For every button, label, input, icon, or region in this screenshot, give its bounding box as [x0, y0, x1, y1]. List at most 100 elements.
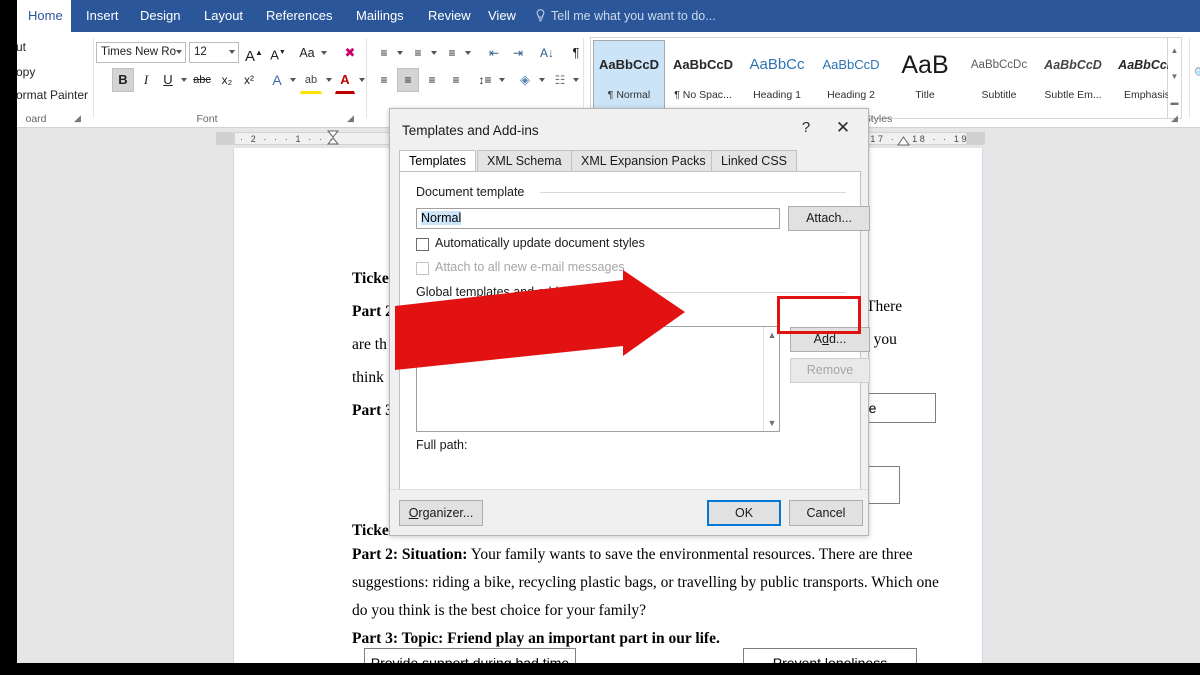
- align-left-icon[interactable]: ≡: [373, 68, 395, 92]
- styles-dialog-launcher[interactable]: ◢: [1171, 113, 1182, 124]
- tab-home[interactable]: Home: [17, 0, 71, 32]
- decrease-indent-icon[interactable]: ⇤: [483, 41, 505, 65]
- tab-insert[interactable]: Insert: [75, 0, 130, 32]
- document-template-input[interactable]: Normal: [416, 208, 780, 229]
- numbering-chevron-down-icon[interactable]: [431, 51, 437, 55]
- clear-formatting-icon[interactable]: ✖: [338, 41, 362, 65]
- shrink-font-label: A: [270, 47, 279, 62]
- dialog-tab-templates[interactable]: Templates: [399, 150, 476, 172]
- justify-icon[interactable]: ≡: [445, 68, 467, 92]
- gallery-scroll-up-icon[interactable]: ▲: [1168, 38, 1181, 64]
- cut-button[interactable]: ut: [17, 40, 26, 54]
- textbox-prevent-loneliness[interactable]: Prevent loneliness: [743, 648, 917, 663]
- style-title[interactable]: AaBTitle: [889, 40, 961, 114]
- tab-design[interactable]: Design: [129, 0, 191, 32]
- line-spacing-chevron-down-icon[interactable]: [499, 78, 505, 82]
- style-subtitle[interactable]: AaBbCcDcSubtitle: [963, 40, 1035, 114]
- font-color-icon[interactable]: A: [335, 68, 355, 94]
- bullets-chevron-down-icon[interactable]: [397, 51, 403, 55]
- gallery-scroll-down-icon[interactable]: ▼: [1168, 64, 1181, 90]
- style-name: Subtle Em...: [1038, 89, 1108, 101]
- borders-icon[interactable]: ☷: [549, 68, 571, 92]
- bullets-icon[interactable]: ≡: [373, 41, 395, 65]
- text-effects-chevron-down-icon[interactable]: [290, 78, 296, 82]
- textbox-provide-support[interactable]: Provide support during bad time: [364, 648, 576, 663]
- indent-marker-icon[interactable]: [897, 136, 910, 146]
- tab-view[interactable]: View: [477, 0, 527, 32]
- font-dialog-launcher[interactable]: ◢: [347, 113, 358, 124]
- global-templates-group-label: Global templates and add-ins: [416, 285, 585, 299]
- multilevel-chevron-down-icon[interactable]: [465, 51, 471, 55]
- superscript-button[interactable]: x²: [239, 68, 259, 92]
- cancel-button[interactable]: Cancel: [789, 500, 863, 526]
- numbering-icon[interactable]: ≡: [407, 41, 429, 65]
- attach-button[interactable]: Attach...: [788, 206, 870, 231]
- checked-items-note: Checked items are currently loaded.: [422, 306, 628, 320]
- font-name-value: Times New Ro: [101, 46, 176, 58]
- find-icon[interactable]: 🔍: [1193, 62, 1200, 86]
- grow-font-button[interactable]: A▲: [243, 41, 265, 69]
- highlight-icon[interactable]: ab: [300, 68, 322, 94]
- tab-layout[interactable]: Layout: [193, 0, 254, 32]
- style-heading-2[interactable]: AaBbCcDHeading 2: [815, 40, 887, 114]
- underline-button[interactable]: U: [158, 68, 178, 92]
- doc-part2-line3: do you think is the best choice for your…: [352, 602, 646, 620]
- listbox-scrollbar[interactable]: ▲ ▼: [763, 327, 779, 431]
- increase-indent-icon[interactable]: ⇥: [507, 41, 529, 65]
- dialog-tab-xml-schema[interactable]: XML Schema: [477, 150, 572, 172]
- organizer-button[interactable]: Organizer...: [399, 500, 483, 526]
- close-icon[interactable]: ✕: [832, 117, 854, 139]
- dialog-tab-linked-css[interactable]: Linked CSS: [711, 150, 797, 172]
- font-size-combo[interactable]: 12: [189, 42, 239, 63]
- styles-gallery-scrollbar[interactable]: ▲ ▼ ▬: [1168, 37, 1182, 119]
- sort-icon[interactable]: A↓: [536, 41, 558, 65]
- chevron-down-icon[interactable]: ▼: [764, 415, 780, 431]
- clipboard-dialog-launcher[interactable]: ◢: [74, 113, 85, 124]
- tell-me-box[interactable]: Tell me what you want to do...: [535, 0, 716, 32]
- doc-part2-body: Your family wants to save the environmen…: [467, 546, 912, 563]
- dialog-tab-xml-expansion-packs[interactable]: XML Expansion Packs: [571, 150, 716, 172]
- style-preview: AaBbCc: [742, 41, 812, 89]
- bold-button[interactable]: B: [112, 68, 134, 92]
- grow-font-label: A: [245, 48, 255, 65]
- tab-mailings[interactable]: Mailings: [345, 0, 415, 32]
- style-subtle-emphasis[interactable]: AaBbCcDSubtle Em...: [1037, 40, 1109, 114]
- borders-chevron-down-icon[interactable]: [573, 78, 579, 82]
- global-templates-listbox[interactable]: ▲ ▼: [416, 326, 780, 432]
- help-question-icon[interactable]: ?: [796, 119, 816, 136]
- font-name-combo[interactable]: Times New Ro: [96, 42, 186, 63]
- align-right-icon[interactable]: ≡: [421, 68, 443, 92]
- shrink-font-button[interactable]: A▼: [267, 41, 289, 67]
- shading-chevron-down-icon[interactable]: [539, 78, 545, 82]
- word-window: Home Insert Design Layout References Mai…: [17, 0, 1200, 663]
- subscript-button[interactable]: x₂: [217, 68, 237, 92]
- group-separator: [583, 38, 584, 118]
- auto-update-checkbox[interactable]: [416, 238, 429, 251]
- tell-me-label: Tell me what you want to do...: [551, 9, 716, 23]
- format-painter-button[interactable]: ormat Painter: [17, 88, 88, 102]
- font-color-chevron-down-icon[interactable]: [359, 78, 365, 82]
- ruler-left-margin: [216, 132, 234, 145]
- tab-references[interactable]: References: [255, 0, 343, 32]
- change-case-button[interactable]: Aa: [295, 41, 319, 65]
- strikethrough-button[interactable]: abc: [190, 68, 214, 92]
- highlight-chevron-down-icon[interactable]: [326, 78, 332, 82]
- shading-icon[interactable]: ◈: [514, 68, 536, 92]
- style-no-spacing[interactable]: AaBbCcD¶ No Spac...: [667, 40, 739, 114]
- tab-review[interactable]: Review: [417, 0, 482, 32]
- doc-line-part3-top: Part 3: [352, 402, 393, 420]
- change-case-chevron-down-icon[interactable]: [321, 51, 327, 55]
- italic-button[interactable]: I: [136, 68, 156, 92]
- underline-chevron-down-icon[interactable]: [181, 78, 187, 82]
- style-normal[interactable]: AaBbCcD¶ Normal: [593, 40, 665, 114]
- multilevel-list-icon[interactable]: ≡: [441, 41, 463, 65]
- indent-marker-icon[interactable]: [326, 130, 340, 147]
- styles-gallery: AaBbCcD¶ Normal AaBbCcD¶ No Spac... AaBb…: [590, 37, 1168, 119]
- align-center-icon[interactable]: ≡: [397, 68, 419, 92]
- dialog-tab-strip: Templates XML Schema XML Expansion Packs…: [399, 150, 861, 172]
- line-spacing-icon[interactable]: ↕≡: [474, 68, 496, 92]
- style-heading-1[interactable]: AaBbCcHeading 1: [741, 40, 813, 114]
- text-effects-icon[interactable]: A: [267, 68, 287, 92]
- ok-button[interactable]: OK: [707, 500, 781, 526]
- copy-button[interactable]: opy: [17, 65, 35, 79]
